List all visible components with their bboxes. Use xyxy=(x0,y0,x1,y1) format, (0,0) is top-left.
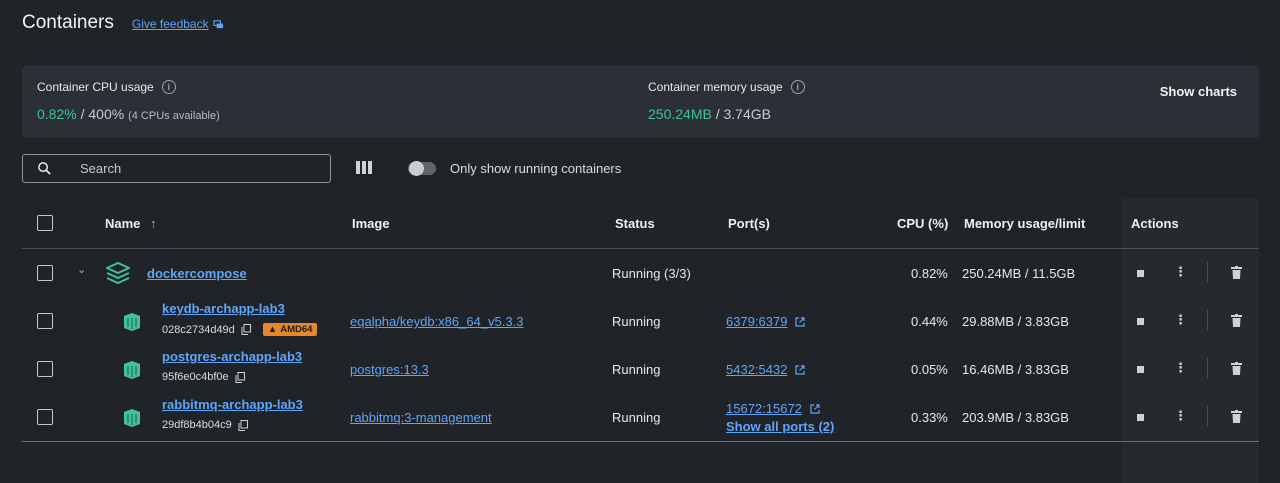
row-checkbox[interactable] xyxy=(37,313,53,329)
more-icon[interactable]: ⋮ xyxy=(1174,264,1187,280)
info-icon[interactable]: i xyxy=(790,80,805,94)
container-icon xyxy=(124,409,140,427)
port-link[interactable]: 5432:5432 xyxy=(726,362,787,377)
column-cpu[interactable]: CPU (%) xyxy=(897,216,948,231)
copy-icon[interactable] xyxy=(241,324,251,335)
more-icon[interactable]: ⋮ xyxy=(1174,312,1187,328)
group-memory: 250.24MB / 11.5GB xyxy=(962,266,1076,281)
container-status: Running xyxy=(612,362,661,377)
give-feedback-label: Give feedback xyxy=(131,17,209,31)
trash-icon[interactable] xyxy=(1231,410,1242,423)
port-link[interactable]: 15672:15672 xyxy=(726,401,802,416)
warning-icon: ▲ xyxy=(267,324,278,335)
stop-icon[interactable] xyxy=(1137,270,1144,277)
more-icon[interactable]: ⋮ xyxy=(1174,360,1187,376)
page-header: Containers Give feedback xyxy=(22,12,224,34)
row-checkbox[interactable] xyxy=(37,265,53,281)
cpu-used-value: 0.82% xyxy=(37,106,77,122)
container-id: 95f6e0c4bf0e xyxy=(162,371,229,383)
more-icon[interactable]: ⋮ xyxy=(1174,408,1187,424)
feedback-icon xyxy=(212,19,223,28)
image-link[interactable]: rabbitmq:3-management xyxy=(350,410,492,425)
info-icon[interactable]: i xyxy=(161,80,176,94)
chevron-down-icon[interactable]: ⌄ xyxy=(77,263,86,276)
column-memory[interactable]: Memory usage/limit xyxy=(964,216,1085,231)
stack-icon xyxy=(106,262,130,284)
memory-total-value: 3.74GB xyxy=(723,106,771,122)
cpu-total-value: 400% xyxy=(88,106,125,122)
select-all-checkbox[interactable] xyxy=(37,215,53,231)
container-name-link[interactable]: rabbitmq-archapp-lab3 xyxy=(162,397,303,412)
page-title: Containers xyxy=(22,12,114,33)
table-row[interactable]: rabbitmq-archapp-lab3 29df8b4b04c9 rabbi… xyxy=(22,393,1259,441)
column-ports[interactable]: Port(s) xyxy=(728,216,770,231)
port-link[interactable]: 6379:6379 xyxy=(726,314,787,329)
table-bottom-divider xyxy=(22,441,1259,442)
external-link-icon[interactable] xyxy=(795,317,805,327)
memory-used-value: 250.24MB xyxy=(648,106,712,122)
container-name-link[interactable]: postgres-archapp-lab3 xyxy=(162,349,302,364)
cpu-note: (4 CPUs available) xyxy=(128,110,220,122)
external-link-icon[interactable] xyxy=(795,365,805,375)
container-memory: 29.88MB / 3.83GB xyxy=(962,314,1069,329)
copy-icon[interactable] xyxy=(238,419,248,431)
container-icon xyxy=(124,313,140,331)
search-input[interactable] xyxy=(80,161,300,176)
cpu-usage-label: Container CPU usage xyxy=(37,80,154,94)
column-image[interactable]: Image xyxy=(352,216,390,231)
column-status[interactable]: Status xyxy=(615,216,655,231)
container-icon xyxy=(124,361,140,379)
stop-icon[interactable] xyxy=(1137,366,1144,373)
row-checkbox[interactable] xyxy=(37,409,53,425)
cpu-usage-stat: Container CPU usage i 0.82% / 400% (4 CP… xyxy=(37,80,220,122)
image-link[interactable]: postgres:13.3 xyxy=(350,362,429,377)
search-box[interactable] xyxy=(22,154,331,183)
table-row[interactable]: postgres-archapp-lab3 95f6e0c4bf0e postg… xyxy=(22,345,1259,393)
container-status: Running xyxy=(612,314,661,329)
container-cpu: 0.44% xyxy=(911,314,948,329)
table-header: Name ↑ Image Status Port(s) CPU (%) Memo… xyxy=(22,198,1259,249)
container-cpu: 0.05% xyxy=(911,362,948,377)
architecture-badge: ▲ AMD64 xyxy=(262,323,318,336)
group-cpu: 0.82% xyxy=(911,266,948,281)
container-status: Running xyxy=(612,410,661,425)
stop-icon[interactable] xyxy=(1137,318,1144,325)
container-cpu: 0.33% xyxy=(911,410,948,425)
show-charts-button[interactable]: Show charts xyxy=(1160,84,1237,99)
image-link[interactable]: eqalpha/keydb:x86_64_v5.3.3 xyxy=(350,314,523,329)
memory-usage-label: Container memory usage xyxy=(648,80,783,94)
table-row-group[interactable]: ⌄ dockercompose Running (3/3) 0.82% 250.… xyxy=(22,249,1259,297)
external-link-icon[interactable] xyxy=(809,404,820,414)
trash-icon[interactable] xyxy=(1231,362,1242,375)
trash-icon[interactable] xyxy=(1231,266,1242,279)
group-status: Running (3/3) xyxy=(612,266,691,281)
container-id: 29df8b4b04c9 xyxy=(162,419,232,431)
search-icon xyxy=(38,162,51,175)
container-memory: 16.46MB / 3.83GB xyxy=(962,362,1069,377)
container-id: 028c2734d49d xyxy=(162,323,235,336)
running-only-label: Only show running containers xyxy=(450,161,622,176)
row-checkbox[interactable] xyxy=(37,361,53,377)
column-actions: Actions xyxy=(1131,216,1179,231)
copy-icon[interactable] xyxy=(235,371,245,383)
table-row[interactable]: keydb-archapp-lab3 028c2734d49d ▲ AMD64 e… xyxy=(22,297,1259,345)
columns-icon[interactable] xyxy=(355,160,373,178)
container-memory: 203.9MB / 3.83GB xyxy=(962,410,1069,425)
give-feedback-link[interactable]: Give feedback xyxy=(132,17,224,31)
trash-icon[interactable] xyxy=(1231,314,1242,327)
running-only-toggle[interactable] xyxy=(408,161,436,176)
group-name-link[interactable]: dockercompose xyxy=(147,266,247,281)
container-name-link[interactable]: keydb-archapp-lab3 xyxy=(162,301,285,316)
stop-icon[interactable] xyxy=(1137,414,1144,421)
show-all-ports-link[interactable]: Show all ports (2) xyxy=(726,419,834,434)
column-name[interactable]: Name ↑ xyxy=(105,216,157,231)
memory-usage-stat: Container memory usage i 250.24MB / 3.74… xyxy=(648,80,805,122)
usage-stats-panel: Container CPU usage i 0.82% / 400% (4 CP… xyxy=(22,66,1259,138)
sort-arrow-up-icon: ↑ xyxy=(150,216,157,231)
